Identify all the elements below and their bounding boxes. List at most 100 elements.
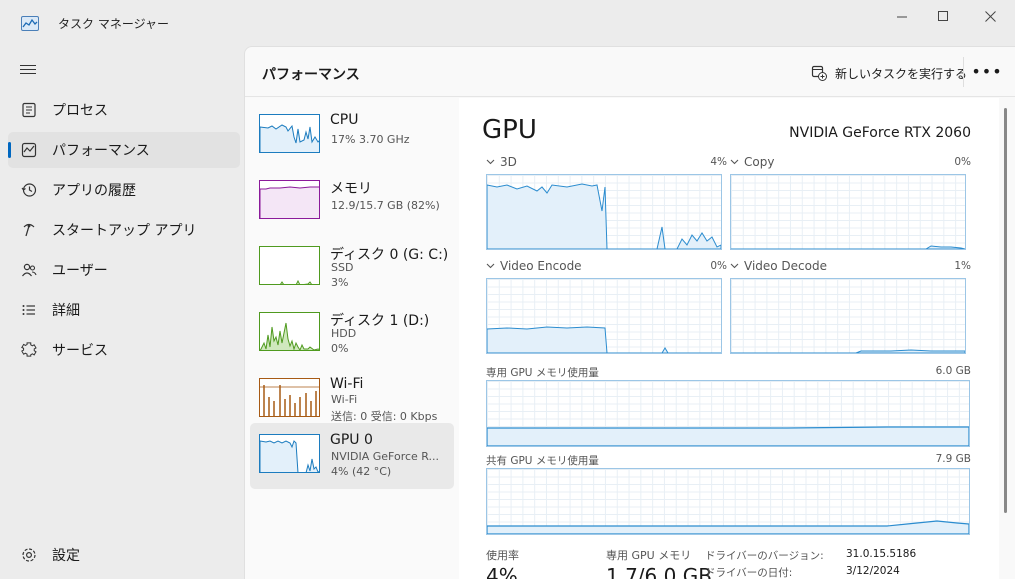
stat-usage-value: 4% <box>486 564 518 579</box>
app-title: タスク マネージャー <box>58 17 169 31</box>
startup-icon <box>20 221 38 239</box>
nav-label: アプリの履歴 <box>52 183 136 199</box>
device-detail: SSD <box>331 261 354 274</box>
run-task-icon <box>811 65 827 81</box>
history-icon <box>20 181 38 199</box>
driver-date-label: ドライバーの日付: <box>705 567 793 579</box>
stat-dedicated-memory-value: 1.7/6.0 GB <box>606 564 712 579</box>
nav-item-processes[interactable]: プロセス <box>8 92 240 128</box>
device-item-disk-0[interactable]: ディスク 0 (G: C:) SSD 3% <box>250 236 454 302</box>
device-item-disk-1[interactable]: ディスク 1 (D:) HDD 0% <box>250 302 454 368</box>
services-icon <box>20 341 38 359</box>
stat-usage-label: 使用率 <box>486 549 519 562</box>
device-list: CPU 17% 3.70 GHz メモリ 12.9/15.7 GB (82%) … <box>245 98 459 579</box>
engine-label: Video Decode <box>744 259 827 273</box>
device-detail: NVIDIA GeForce R... <box>331 450 440 463</box>
device-detail: 12.9/15.7 GB (82%) <box>331 199 440 212</box>
gpu-title: GPU <box>482 115 537 145</box>
engine-label: Video Encode <box>500 259 582 273</box>
nav-label: 設定 <box>52 548 80 564</box>
engine-percent: 0% <box>710 260 727 272</box>
details-icon <box>20 301 38 319</box>
engine-selector-video-decode[interactable]: Video Decode <box>730 259 827 273</box>
engine-selector-3d[interactable]: 3D <box>486 155 517 169</box>
nav-item-settings[interactable]: 設定 <box>8 537 240 573</box>
device-name: メモリ <box>330 181 372 197</box>
scrollbar-thumb[interactable] <box>1004 108 1007 513</box>
stat-dedicated-memory-label: 専用 GPU メモリ <box>606 549 692 562</box>
page-header: パフォーマンス 新しいタスクを実行する ••• <box>245 47 1015 97</box>
device-detail: 送信: 0 受信: 0 Kbps <box>331 410 438 423</box>
graph-3d <box>486 174 722 250</box>
run-task-label: 新しいタスクを実行する <box>835 66 968 81</box>
chevron-down-icon <box>486 263 495 269</box>
shared-memory-label: 共有 GPU メモリ使用量 <box>486 455 599 467</box>
detail-scrollbar[interactable] <box>1000 98 1012 579</box>
graph-video-encode <box>486 278 722 354</box>
nav-item-details[interactable]: 詳細 <box>8 292 240 328</box>
device-name: GPU 0 <box>330 432 373 448</box>
nav-item-performance[interactable]: パフォーマンス <box>8 132 240 168</box>
nav-item-app-history[interactable]: アプリの履歴 <box>8 172 240 208</box>
maximize-icon[interactable] <box>931 6 955 26</box>
run-new-task-button[interactable]: 新しいタスクを実行する <box>811 61 967 85</box>
device-detail: HDD <box>331 327 357 340</box>
graph-shared-memory <box>486 468 970 535</box>
engine-selector-video-encode[interactable]: Video Encode <box>486 259 582 273</box>
driver-date-value: 3/12/2024 <box>846 565 900 577</box>
processes-icon <box>20 101 38 119</box>
chevron-down-icon <box>730 159 739 165</box>
minimize-icon[interactable] <box>890 6 914 26</box>
nav-label: パフォーマンス <box>52 143 150 159</box>
performance-icon <box>20 141 38 159</box>
hamburger-menu-icon[interactable] <box>20 62 36 76</box>
device-item-cpu[interactable]: CPU 17% 3.70 GHz <box>250 104 454 170</box>
dedicated-memory-max: 6.0 GB <box>935 365 971 377</box>
main-panel: パフォーマンス 新しいタスクを実行する ••• CPU 17% 3.70 GHz <box>244 46 1015 579</box>
users-icon <box>20 261 38 279</box>
device-detail: 3% <box>331 276 349 289</box>
page-title: パフォーマンス <box>262 67 360 83</box>
engine-selector-copy[interactable]: Copy <box>730 155 774 169</box>
more-options-button[interactable]: ••• <box>971 59 1001 83</box>
engine-label: 3D <box>500 155 517 169</box>
nav-item-users[interactable]: ユーザー <box>8 252 240 288</box>
driver-version-value: 31.0.15.5186 <box>846 548 917 560</box>
graph-copy <box>730 174 966 250</box>
nav-label: ユーザー <box>52 263 108 279</box>
memory-thumbnail-graph <box>259 180 320 219</box>
nav-item-startup-apps[interactable]: スタートアップ アプリ <box>8 212 240 248</box>
device-name: Wi-Fi <box>330 376 364 392</box>
device-detail: 4% (42 °C) <box>331 465 392 478</box>
engine-label: Copy <box>744 155 775 169</box>
graph-video-decode <box>730 278 966 354</box>
nav-label: プロセス <box>52 103 108 119</box>
nav-label: 詳細 <box>52 303 80 319</box>
nav-item-services[interactable]: サービス <box>8 332 240 368</box>
gpu-detail-panel: GPU NVIDIA GeForce RTX 2060 3D 4% Copy 0… <box>459 98 999 579</box>
device-name: CPU <box>330 112 359 128</box>
shared-memory-max: 7.9 GB <box>935 453 971 465</box>
settings-icon <box>20 546 38 564</box>
driver-version-label: ドライバーのバージョン: <box>705 550 824 562</box>
nav-label: サービス <box>52 343 108 359</box>
gpu-model-name: NVIDIA GeForce RTX 2060 <box>789 125 971 141</box>
title-bar: タスク マネージャー <box>0 0 1015 46</box>
chevron-down-icon <box>486 159 495 165</box>
gpu-thumbnail-graph <box>259 434 320 473</box>
device-detail: Wi-Fi <box>331 393 358 406</box>
engine-percent: 1% <box>954 260 971 272</box>
graph-dedicated-memory <box>486 380 970 447</box>
engine-percent: 4% <box>710 156 727 168</box>
chevron-down-icon <box>730 263 739 269</box>
task-manager-app-icon <box>21 16 39 31</box>
device-item-memory[interactable]: メモリ 12.9/15.7 GB (82%) <box>250 170 454 236</box>
cpu-thumbnail-graph <box>259 114 320 153</box>
dedicated-memory-label: 専用 GPU メモリ使用量 <box>486 367 599 379</box>
active-indicator <box>8 142 11 158</box>
nav-label: スタートアップ アプリ <box>52 223 197 239</box>
header-divider <box>963 57 964 87</box>
wifi-thumbnail-graph <box>259 378 320 417</box>
close-icon[interactable] <box>978 6 1002 26</box>
device-item-gpu-0[interactable]: GPU 0 NVIDIA GeForce R... 4% (42 °C) <box>250 423 454 489</box>
